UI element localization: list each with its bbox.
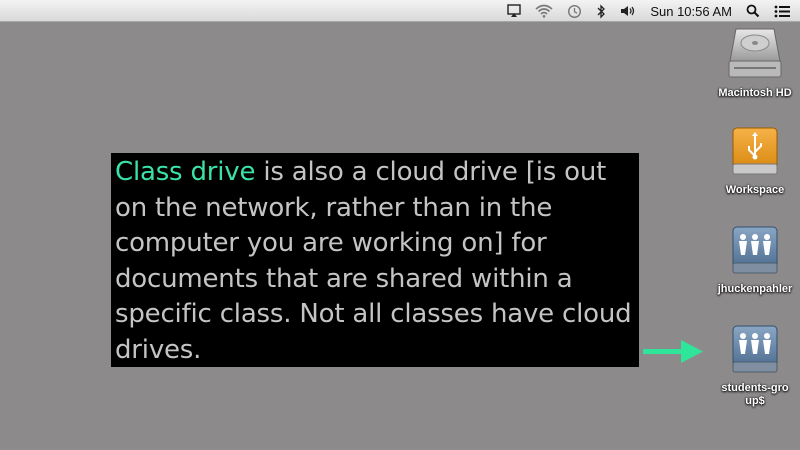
desktop-icon-students-group[interactable]: students-group$ (700, 322, 800, 408)
network-share-icon (732, 325, 778, 373)
caption-highlight: Class drive (115, 157, 256, 187)
airplay-icon[interactable] (507, 0, 522, 22)
desktop-icon-label: Macintosh HD (718, 87, 792, 99)
desktop-icon-macintosh-hd[interactable]: Macintosh HD (700, 25, 800, 100)
menu-extras: Sun 10:56 AM (507, 0, 790, 22)
wifi-icon[interactable] (535, 0, 553, 22)
bluetooth-icon[interactable] (596, 0, 606, 22)
usb-drive-icon (732, 127, 778, 175)
hard-drive-icon (728, 28, 782, 78)
volume-icon[interactable] (620, 0, 636, 22)
desktop-icon-label: Workspace (725, 184, 785, 196)
time-machine-icon[interactable] (567, 0, 582, 22)
caption-body: is also a cloud drive [is out on the net… (115, 157, 632, 365)
clock[interactable]: Sun 10:56 AM (650, 0, 732, 22)
desktop-icon-label: jhuckenpahler (717, 283, 793, 295)
network-share-icon (732, 226, 778, 274)
spotlight-search-icon[interactable] (746, 0, 760, 22)
pointer-arrow-icon (643, 340, 703, 363)
desktop-icon-jhuckenpahler[interactable]: jhuckenpahler (700, 223, 800, 296)
menu-bar: Sun 10:56 AM (0, 0, 800, 22)
caption-text: Class drive is also a cloud drive [is ou… (115, 155, 639, 368)
caption-box: Class drive is also a cloud drive [is ou… (111, 153, 639, 367)
notification-center-icon[interactable] (774, 0, 790, 22)
desktop-icon-workspace[interactable]: Workspace (700, 124, 800, 197)
desktop-icon-label: students-group$ (721, 382, 789, 407)
